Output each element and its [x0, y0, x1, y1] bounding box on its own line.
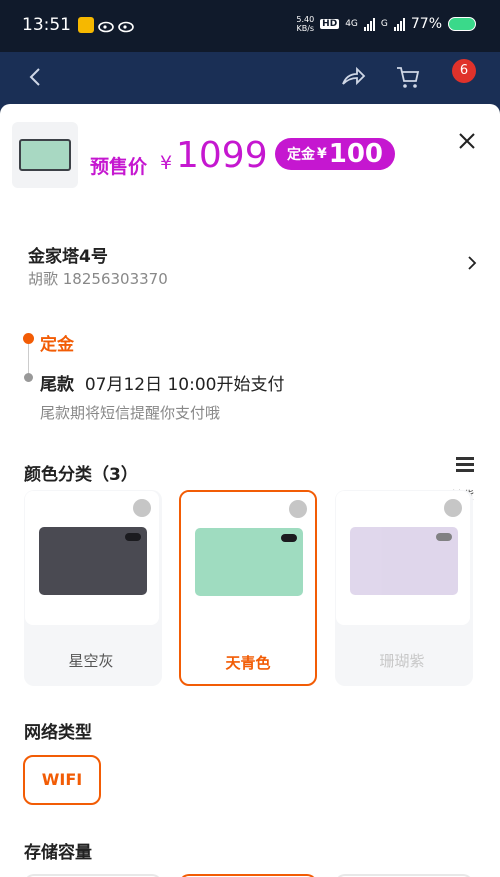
signal-label-4g: 4G: [345, 19, 358, 29]
battery-icon: [448, 17, 476, 31]
color-section-title: 颜色分类（3）: [24, 465, 138, 485]
battery-percent: 77%: [410, 16, 442, 32]
network-speed: 5.40 KB/s: [296, 15, 315, 33]
background-header: [0, 52, 500, 110]
signal-icon: [393, 17, 405, 31]
back-icon[interactable]: [28, 66, 42, 94]
step-final-payment: 尾款 07月12日 10:00开始支付: [40, 375, 285, 395]
timeline-dot-active: [23, 333, 34, 344]
step-deposit: 定金: [40, 335, 74, 355]
expand-icon[interactable]: [289, 500, 307, 518]
deposit-currency: ¥: [317, 146, 327, 162]
cart-icon[interactable]: [395, 64, 421, 90]
timeline-dot: [24, 373, 33, 382]
color-label: 星空灰: [68, 652, 114, 670]
color-option-green[interactable]: 天青色: [179, 490, 317, 686]
sku-selection-sheet: 预售价 ¥ 1099 定金 ¥ 100 金家塔4号 胡歌 18256303370…: [0, 104, 500, 877]
notification-app-icon: [78, 17, 94, 33]
deposit-label: 定金: [287, 147, 315, 163]
close-icon[interactable]: [456, 130, 478, 152]
expand-icon[interactable]: [444, 499, 462, 517]
hd-icon: HD: [320, 19, 340, 29]
final-payment-note: 尾款期将短信提醒你支付哦: [40, 404, 221, 422]
status-bar: 13:51 5.40 KB/s HD 4G G 77%: [0, 0, 500, 52]
expand-icon[interactable]: [133, 499, 151, 517]
network-section-title: 网络类型: [24, 723, 92, 743]
color-option-gray[interactable]: 星空灰: [24, 490, 162, 686]
cart-count-badge: 6: [452, 59, 476, 83]
status-time: 13:51: [22, 15, 71, 35]
presale-price: 1099: [176, 135, 268, 176]
share-icon[interactable]: [340, 64, 366, 90]
weibo-icon: [118, 17, 134, 33]
storage-section-title: 存储容量: [24, 843, 92, 863]
color-label: 珊瑚紫: [379, 652, 425, 670]
tablet-image: [39, 527, 147, 595]
signal-label-g: G: [380, 19, 388, 29]
color-option-purple[interactable]: 珊瑚紫: [335, 490, 473, 686]
camera-icon: [125, 533, 141, 541]
color-image: [25, 491, 159, 625]
color-label: 天青色: [225, 654, 271, 672]
color-image: [336, 491, 470, 625]
camera-icon: [436, 533, 452, 541]
chevron-right-icon: [466, 255, 478, 271]
currency-symbol: ¥: [160, 152, 173, 174]
camera-icon: [281, 534, 297, 542]
tablet-image: [195, 528, 303, 596]
tablet-image: [19, 139, 71, 171]
address-name: 金家塔4号: [28, 247, 108, 267]
signal-icon: [363, 17, 375, 31]
timeline-line: [28, 343, 29, 377]
color-image: [181, 492, 315, 626]
list-view-icon[interactable]: [456, 457, 474, 473]
deposit-value: 100: [328, 139, 384, 169]
address-contact: 胡歌 18256303370: [28, 270, 168, 288]
weibo-icon: [98, 17, 114, 33]
tablet-image: [350, 527, 458, 595]
deposit-badge: 定金 ¥ 100: [275, 138, 396, 170]
status-right: 5.40 KB/s HD 4G G 77%: [296, 15, 476, 33]
network-option-wifi[interactable]: WIFI: [23, 755, 101, 805]
presale-label: 预售价: [90, 156, 148, 178]
product-thumbnail: [12, 122, 78, 188]
